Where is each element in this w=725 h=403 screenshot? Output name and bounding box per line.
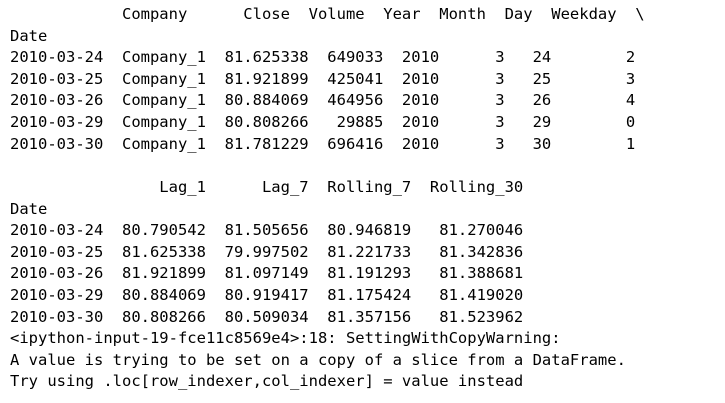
table-row: 2010-03-25 81.625338 79.997502 81.221733… — [10, 242, 524, 261]
table-row: 2010-03-30 80.808266 80.509034 81.357156… — [10, 307, 524, 326]
warning-source-line: <ipython-input-19-fce11c8569e4>:18: Sett… — [10, 329, 561, 347]
index-label: Date — [10, 26, 48, 45]
table-row: 2010-03-29 80.884069 80.919417 81.175424… — [10, 285, 524, 304]
index-label: Date — [10, 199, 48, 218]
table-row: 2010-03-26 81.921899 81.097149 81.191293… — [10, 264, 524, 283]
table-row: 2010-03-24 Company_1 81.625338 649033 20… — [10, 48, 636, 67]
table-row: 2010-03-24 80.790542 81.505656 80.946819… — [10, 221, 524, 240]
table-header: Company Close Volume Year Month Day Week… — [10, 5, 645, 23]
warning-message: <ipython-input-19-fce11c8569e4>:18: Sett… — [10, 328, 626, 393]
dataframe-output-part-2: Lag_1 Lag_7 Rolling_7 Rolling_30 Date 20… — [10, 177, 523, 328]
dataframe-output-part-1: Company Close Volume Year Month Day Week… — [10, 4, 645, 155]
table-row: 2010-03-30 Company_1 81.781229 696416 20… — [10, 134, 636, 153]
warning-hint-line: Try using .loc[row_indexer,col_indexer] … — [10, 372, 524, 391]
table-row: 2010-03-25 Company_1 81.921899 425041 20… — [10, 69, 636, 88]
warning-text-line: A value is trying to be set on a copy of… — [10, 350, 626, 369]
cell-output: Company Close Volume Year Month Day Week… — [0, 0, 725, 403]
table-row: 2010-03-29 Company_1 80.808266 29885 201… — [10, 112, 636, 131]
table-header: Lag_1 Lag_7 Rolling_7 Rolling_30 — [10, 178, 524, 196]
table-row: 2010-03-26 Company_1 80.884069 464956 20… — [10, 91, 636, 110]
